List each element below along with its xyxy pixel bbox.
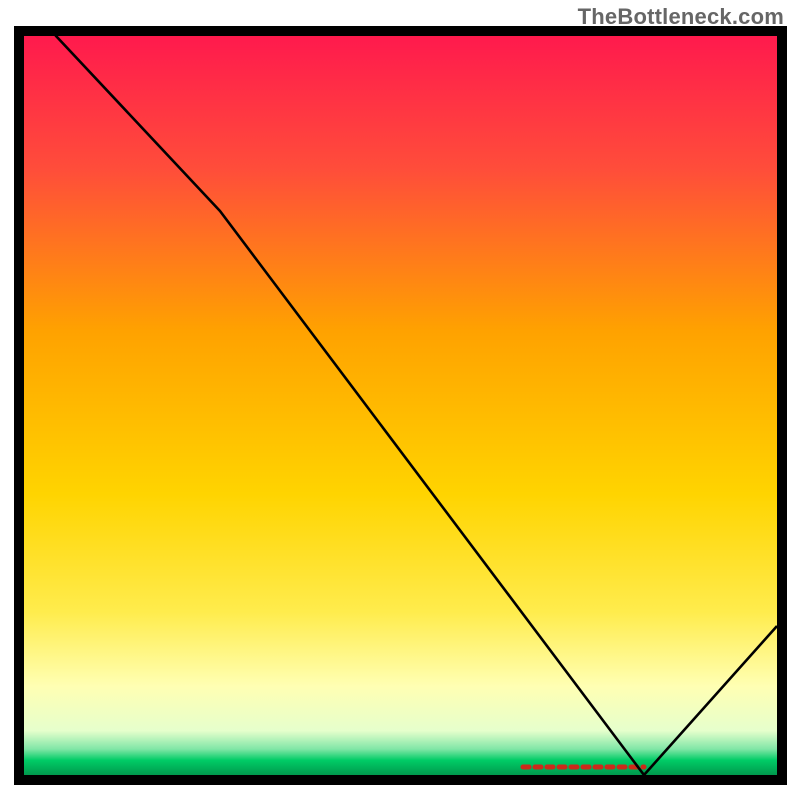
chart-container: TheBottleneck.com	[0, 0, 800, 800]
gradient-field	[24, 36, 777, 775]
bottleneck-chart	[14, 26, 787, 785]
